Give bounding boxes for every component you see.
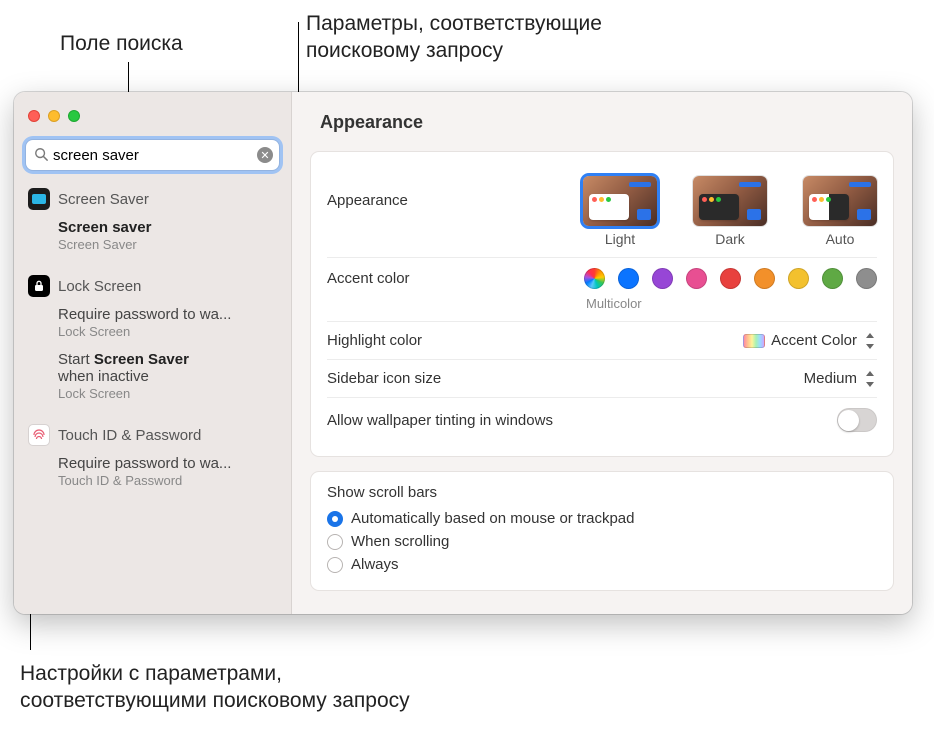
appearance-options: Light Dark [583, 176, 877, 247]
sidebar-item-label: Screen Saver [58, 191, 149, 208]
highlight-label: Highlight color [327, 332, 422, 349]
accent-gray[interactable] [856, 268, 877, 289]
scrollbar-option-always[interactable]: Always [327, 553, 877, 576]
result-caption: Screen Saver [58, 237, 283, 252]
result-caption: Lock Screen [58, 324, 283, 339]
radio-label: When scrolling [351, 533, 449, 550]
sidebar-icon-label: Sidebar icon size [327, 370, 441, 387]
scrollbar-option-when-scrolling[interactable]: When scrolling [327, 530, 877, 553]
appearance-option-label: Auto [803, 231, 877, 247]
sidebar-item-screensaver[interactable]: Screen Saver [22, 182, 283, 216]
row-sidebar-icon: Sidebar icon size Medium [327, 360, 877, 398]
accent-orange[interactable] [754, 268, 775, 289]
search-clear-button[interactable]: ✕ [257, 147, 273, 163]
sidebar-item-label: Lock Screen [58, 278, 141, 295]
callout-settings: Настройки с параметрами, соответствующим… [20, 660, 410, 715]
appearance-thumb-auto [803, 176, 877, 226]
sidebar: ✕ Screen Saver Screen saver Screen Saver [14, 92, 292, 614]
appearance-option-light[interactable]: Light [583, 176, 657, 247]
result-title: Require password to wa... [58, 455, 283, 472]
accent-label: Accent color [327, 268, 410, 287]
window-minimize-button[interactable] [48, 110, 60, 122]
accent-multicolor[interactable] [584, 268, 605, 289]
lock-icon [28, 275, 50, 297]
row-highlight: Highlight color Accent Color [327, 322, 877, 360]
search-wrap: ✕ [14, 128, 291, 178]
accent-red[interactable] [720, 268, 741, 289]
result-title: Screen saver [58, 219, 283, 236]
search-result-item[interactable]: Require password to wa... Touch ID & Pas… [22, 452, 283, 491]
sidebar-item-label: Touch ID & Password [58, 427, 201, 444]
result-title: Start Screen Saver [58, 351, 283, 368]
sidebar-icon-value: Medium [804, 370, 857, 387]
fingerprint-icon [28, 424, 50, 446]
accent-purple[interactable] [652, 268, 673, 289]
accent-blue[interactable] [618, 268, 639, 289]
sidebar-item-touchid[interactable]: Touch ID & Password [22, 418, 283, 452]
accent-caption: Multicolor [586, 296, 642, 311]
page-title: Appearance [292, 92, 912, 151]
tinting-label: Allow wallpaper tinting in windows [327, 412, 553, 429]
appearance-panel: Appearance Light [310, 151, 894, 457]
appearance-label: Appearance [327, 176, 408, 209]
result-title-line2: when inactive [58, 368, 283, 385]
callout-search: Поле поиска [60, 30, 183, 57]
accent-green[interactable] [822, 268, 843, 289]
scrollbars-title: Show scroll bars [327, 484, 877, 501]
appearance-thumb-dark [693, 176, 767, 226]
search-icon [34, 147, 48, 164]
highlight-dropdown[interactable]: Accent Color [743, 332, 877, 349]
settings-window: ✕ Screen Saver Screen saver Screen Saver [14, 92, 912, 614]
row-accent: Accent color Multicolor [327, 258, 877, 322]
appearance-option-label: Dark [693, 231, 767, 247]
window-traffic-lights[interactable] [14, 102, 291, 128]
radio-icon [327, 511, 343, 527]
content: Appearance Appearance Light [292, 92, 912, 614]
appearance-option-dark[interactable]: Dark [693, 176, 767, 247]
row-appearance: Appearance Light [327, 166, 877, 258]
result-caption: Lock Screen [58, 386, 283, 401]
radio-icon [327, 534, 343, 550]
screensaver-icon [28, 188, 50, 210]
radio-label: Always [351, 556, 399, 573]
scrollbars-panel: Show scroll bars Automatically based on … [310, 471, 894, 591]
callout-results: Параметры, соответствующие поисковому за… [306, 10, 602, 65]
appearance-option-label: Light [583, 231, 657, 247]
search-result-item[interactable]: Screen saver Screen Saver [22, 216, 283, 255]
appearance-thumb-light [583, 176, 657, 226]
search-field[interactable]: ✕ [26, 140, 279, 170]
search-input[interactable] [53, 147, 257, 164]
accent-colors [584, 268, 877, 289]
dropdown-arrows-icon [863, 333, 877, 349]
window-fullscreen-button[interactable] [68, 110, 80, 122]
radio-label: Automatically based on mouse or trackpad [351, 510, 634, 527]
accent-pink[interactable] [686, 268, 707, 289]
search-result-item[interactable]: Require password to wa... Lock Screen [22, 303, 283, 342]
scrollbar-option-auto[interactable]: Automatically based on mouse or trackpad [327, 507, 877, 530]
search-results: Screen Saver Screen saver Screen Saver L… [14, 178, 291, 614]
dropdown-arrows-icon [863, 371, 877, 387]
window-close-button[interactable] [28, 110, 40, 122]
highlight-swatch [743, 334, 765, 348]
search-result-item[interactable]: Start Screen Saver when inactive Lock Sc… [22, 342, 283, 404]
appearance-option-auto[interactable]: Auto [803, 176, 877, 247]
tinting-toggle[interactable] [837, 408, 877, 432]
radio-icon [327, 557, 343, 573]
row-tinting: Allow wallpaper tinting in windows [327, 398, 877, 442]
accent-yellow[interactable] [788, 268, 809, 289]
highlight-value: Accent Color [771, 332, 857, 349]
result-title: Require password to wa... [58, 306, 283, 323]
result-caption: Touch ID & Password [58, 473, 283, 488]
sidebar-icon-dropdown[interactable]: Medium [804, 370, 877, 387]
sidebar-item-lockscreen[interactable]: Lock Screen [22, 269, 283, 303]
